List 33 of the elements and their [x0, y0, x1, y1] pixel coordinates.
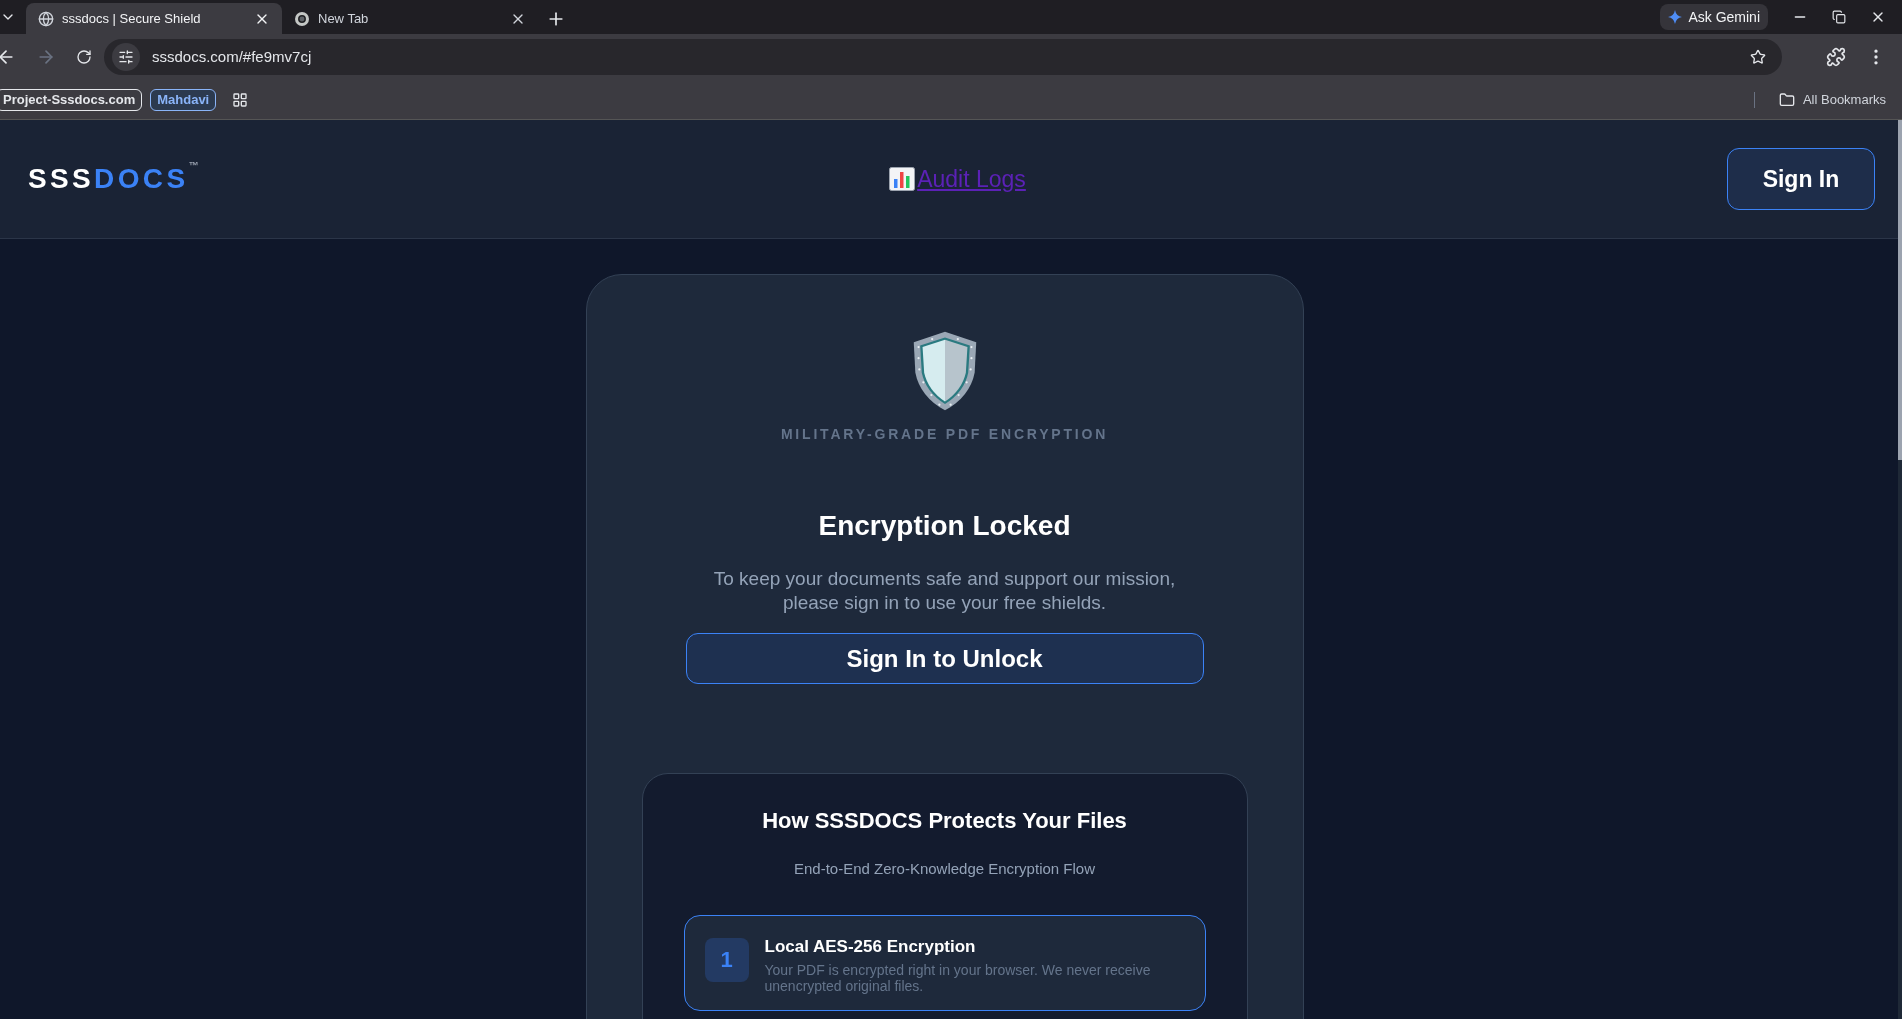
site-logo[interactable]: SSS DOCS™ [28, 158, 228, 200]
unlock-button[interactable]: Sign In to Unlock [685, 633, 1204, 684]
info-subtitle: End-to-End Zero-Knowledge Encryption Flow [794, 859, 1095, 879]
step-number: 1 [704, 937, 749, 982]
browser-icon [294, 10, 310, 27]
tagline: MILITARY-GRADE PDF ENCRYPTION [780, 425, 1109, 445]
all-bookmarks-link[interactable]: All Bookmarks [1802, 89, 1902, 110]
card-message: To keep your documents safe and support our mission, please sign in to use your free shields. [712, 567, 1177, 616]
address-bar[interactable]: sssdocs.com/#fe9mv7cj [104, 39, 1782, 75]
extensions-icon[interactable] [1826, 47, 1846, 67]
ask-gemini-button[interactable]: Ask Gemini [1660, 4, 1768, 30]
browser-tab[interactable]: New Tab [282, 3, 538, 34]
bar-chart-icon [889, 167, 916, 191]
tab-title: sssdocs | Secure Shield [62, 9, 202, 28]
folder-icon[interactable] [1778, 91, 1795, 108]
address-text: sssdocs.com/#fe9mv7cj [152, 46, 313, 67]
scrollbar[interactable] [1898, 120, 1902, 1019]
tab-title: New Tab [318, 9, 370, 28]
apps-icon[interactable] [232, 91, 249, 108]
restore-icon[interactable] [1832, 10, 1846, 24]
reload-icon[interactable] [76, 49, 92, 65]
site-settings-icon[interactable] [112, 43, 140, 71]
sparkle-icon [1668, 10, 1683, 24]
bookmark-chip[interactable]: Project-Sssdocs.com [0, 88, 143, 111]
bookmark-chip[interactable]: Mahdavi [150, 88, 217, 111]
card-title: Encryption Locked [818, 509, 1071, 544]
browser-tab[interactable]: sssdocs | Secure Shield [26, 3, 282, 34]
info-title: How SSSDOCS Protects Your Files [762, 807, 1127, 835]
step-title: Local AES-256 Encryption [764, 935, 977, 958]
bookmark-star-icon[interactable] [1750, 49, 1766, 65]
globe-icon [38, 10, 54, 27]
sign-in-button[interactable]: Sign In [1727, 148, 1875, 210]
step-text: Your PDF is encrypted right in your browser. We never receive unencrypted original files. [764, 962, 1152, 994]
